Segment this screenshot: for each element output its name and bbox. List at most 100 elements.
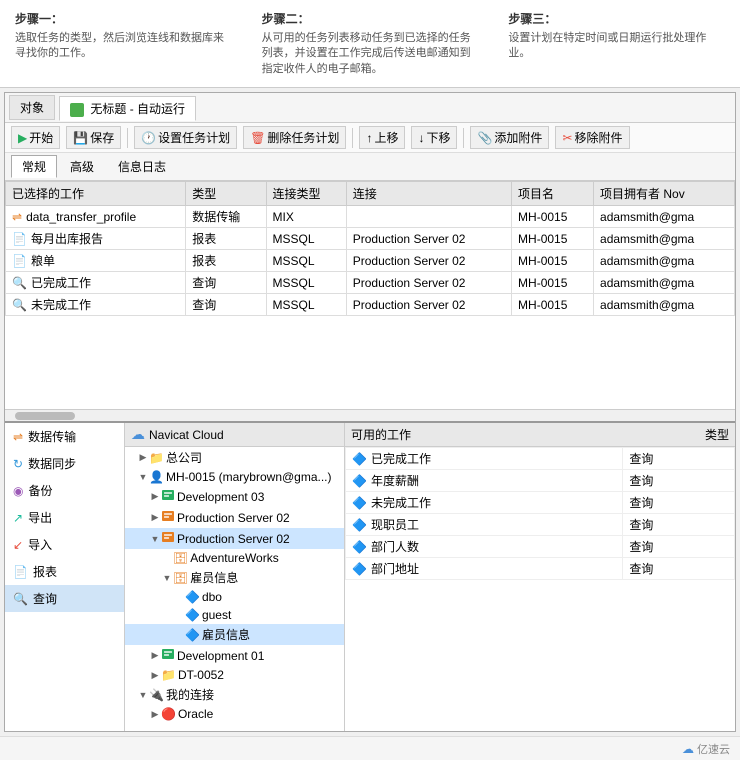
sep1 (127, 128, 128, 148)
query-label: 查询 (33, 590, 57, 607)
folder-dt0052-icon: 📁 (161, 668, 176, 682)
available-row[interactable]: 🔷已完成工作 查询 (346, 448, 735, 470)
branding-icon: ☁ (682, 742, 694, 756)
start-button[interactable]: ▶ 开始 (11, 126, 60, 149)
tab-general[interactable]: 常规 (11, 155, 57, 178)
server-prod02b-icon (161, 530, 175, 547)
tree-label-dt0052: DT-0052 (178, 668, 224, 682)
import-icon: ↙ (13, 538, 23, 552)
step2-title: 步骤二： (262, 10, 479, 27)
arrow-myconn: ▼ (137, 689, 149, 701)
left-nav: ⇌ 数据传输 ↻ 数据同步 ◉ 备份 ↗ 导出 ↙ 导入 📄 报表 (5, 423, 125, 731)
available-panel: 可用的工作 类型 🔷已完成工作 查询 🔷年度薪酬 查询 🔷未完成工作 查询 🔷现… (345, 423, 735, 731)
table-row[interactable]: 🔍已完成工作 查询 MSSQL Production Server 02 MH-… (6, 272, 735, 294)
available-row[interactable]: 🔷部门人数 查询 (346, 536, 735, 558)
move-down-label: 下移 (426, 129, 450, 146)
arrow-employee: ▼ (161, 572, 173, 584)
server-dev03-icon (161, 488, 175, 505)
arrow-root: ▶ (137, 452, 149, 464)
nav-export[interactable]: ↗ 导出 (5, 504, 124, 531)
horizontal-scrollbar[interactable] (5, 409, 735, 421)
jobs-table: 已选择的工作 类型 连接类型 连接 项目名 项目拥有者 Nov ⇌data_tr… (5, 181, 735, 316)
table-row[interactable]: 📄每月出库报告 报表 MSSQL Production Server 02 MH… (6, 228, 735, 250)
step1: 步骤一： 选取任务的类型，然后浏览连线和数据库来寻找你的工作。 (15, 10, 232, 77)
arrow-guest (173, 609, 185, 621)
arrow-dev03: ▶ (149, 491, 161, 503)
tree-node-myconn[interactable]: ▼ 🔌 我的连接 (125, 684, 344, 705)
tree-label-dev03: Development 03 (177, 490, 264, 504)
export-icon: ↗ (13, 511, 23, 525)
available-row[interactable]: 🔷部门地址 查询 (346, 558, 735, 580)
nav-data-transfer[interactable]: ⇌ 数据传输 (5, 423, 124, 450)
arrow-prod02-b: ▼ (149, 533, 161, 545)
tree-node-dev03[interactable]: ▶ Development 03 (125, 486, 344, 507)
tree-label-employee: 雇员信息 (190, 569, 238, 586)
tree-node-dev01[interactable]: ▶ Development 01 (125, 645, 344, 666)
tab-log[interactable]: 信息日志 (107, 155, 177, 178)
available-row[interactable]: 🔷年度薪酬 查询 (346, 470, 735, 492)
start-icon: ▶ (18, 131, 27, 145)
bottom-bar: ☁ 亿速云 (0, 736, 740, 760)
available-col-name: 可用的工作 (351, 426, 540, 443)
move-down-button[interactable]: ↓ 下移 (411, 126, 457, 149)
nav-backup[interactable]: ◉ 备份 (5, 477, 124, 504)
set-schedule-button[interactable]: 🕐 设置任务计划 (134, 126, 237, 149)
table-row[interactable]: 🔍未完成工作 查询 MSSQL Production Server 02 MH-… (6, 294, 735, 316)
tree-node-employee-table[interactable]: 🔷 雇员信息 (125, 624, 344, 645)
remove-attach-icon: ✂ (562, 131, 572, 145)
del-schedule-button[interactable]: 🗑 删除任务计划 (243, 126, 346, 149)
tab-advanced[interactable]: 高级 (59, 155, 105, 178)
table-row[interactable]: 📄粮单 报表 MSSQL Production Server 02 MH-001… (6, 250, 735, 272)
tree-node-dt0052[interactable]: ▶ 📁 DT-0052 (125, 666, 344, 684)
scrollbar-thumb[interactable] (15, 412, 75, 420)
step2-desc: 从可用的任务列表移动任务到已选择的任务列表，并设置在工作完成后传送电邮通知到指定… (262, 31, 479, 77)
step3: 步骤三： 设置计划在特定时间或日期运行批处理作业。 (508, 10, 725, 77)
table-area: 已选择的工作 类型 连接类型 连接 项目名 项目拥有者 Nov ⇌data_tr… (5, 181, 735, 421)
backup-icon: ◉ (13, 484, 23, 498)
add-attach-button[interactable]: 📎 添加附件 (470, 126, 549, 149)
export-label: 导出 (28, 509, 52, 526)
tree-label-mh0015: MH-0015 (marybrown@gma...) (166, 470, 332, 484)
remove-attach-button[interactable]: ✂ 移除附件 (555, 126, 629, 149)
tab-auto-run[interactable]: 无标题 - 自动运行 (59, 96, 196, 121)
tree-node-dbo[interactable]: 🔷 dbo (125, 588, 344, 606)
cloud-icon: ☁ (131, 426, 145, 443)
up-arrow-icon: ↑ (366, 131, 372, 145)
conn-icon: 🔌 (149, 688, 164, 702)
bottom-panel: ⇌ 数据传输 ↻ 数据同步 ◉ 备份 ↗ 导出 ↙ 导入 📄 报表 (5, 421, 735, 731)
tree-label-dbo: dbo (202, 590, 222, 604)
query-icon: 🔍 (13, 592, 28, 606)
auto-run-icon (70, 103, 84, 117)
tree-node-adventure[interactable]: 🗄 AdventureWorks (125, 549, 344, 567)
nav-query[interactable]: 🔍 查询 (5, 585, 124, 612)
tree-node-mh0015[interactable]: ▼ 👤 MH-0015 (marybrown@gma...) (125, 468, 344, 486)
save-button[interactable]: 💾 保存 (66, 126, 121, 149)
table-scroll[interactable]: 已选择的工作 类型 连接类型 连接 项目名 项目拥有者 Nov ⇌data_tr… (5, 181, 735, 409)
tree-panel[interactable]: ☁ Navicat Cloud ▶ 📁 总公司 ▼ 👤 MH-0015 (mar… (125, 423, 345, 731)
available-scroll[interactable]: 🔷已完成工作 查询 🔷年度薪酬 查询 🔷未完成工作 查询 🔷现职员工 查询 🔷部… (345, 447, 735, 731)
tree-node-prod02-b[interactable]: ▼ Production Server 02 (125, 528, 344, 549)
available-header: 可用的工作 类型 (345, 423, 735, 447)
nav-report[interactable]: 📄 报表 (5, 558, 124, 585)
tab-object[interactable]: 对象 (9, 95, 55, 120)
available-row[interactable]: 🔷现职员工 查询 (346, 514, 735, 536)
tree-node-prod02-a[interactable]: ▶ Production Server 02 (125, 507, 344, 528)
available-row[interactable]: 🔷未完成工作 查询 (346, 492, 735, 514)
server-dev01-icon (161, 647, 175, 664)
tree-node-root[interactable]: ▶ 📁 总公司 (125, 447, 344, 468)
move-up-label: 上移 (374, 129, 398, 146)
nav-data-sync[interactable]: ↻ 数据同步 (5, 450, 124, 477)
nav-import[interactable]: ↙ 导入 (5, 531, 124, 558)
available-col-type: 类型 (540, 426, 729, 443)
tree-node-oracle[interactable]: ▶ 🔴 Oracle (125, 705, 344, 723)
start-label: 开始 (29, 129, 53, 146)
tree-label-prod02a: Production Server 02 (177, 511, 290, 525)
del-schedule-icon: 🗑 (250, 131, 265, 145)
move-up-button[interactable]: ↑ 上移 (359, 126, 405, 149)
table-row[interactable]: ⇌data_transfer_profile 数据传输 MIX MH-0015 … (6, 206, 735, 228)
tree-node-employee[interactable]: ▼ 🗄 雇员信息 (125, 567, 344, 588)
db-adventure-icon: 🗄 (173, 551, 188, 565)
col-header-name: 已选择的工作 (6, 182, 186, 206)
main-container: 对象 无标题 - 自动运行 ▶ 开始 💾 保存 🕐 设置任务计划 🗑 删除任务计… (4, 92, 736, 732)
tree-node-guest[interactable]: 🔷 guest (125, 606, 344, 624)
